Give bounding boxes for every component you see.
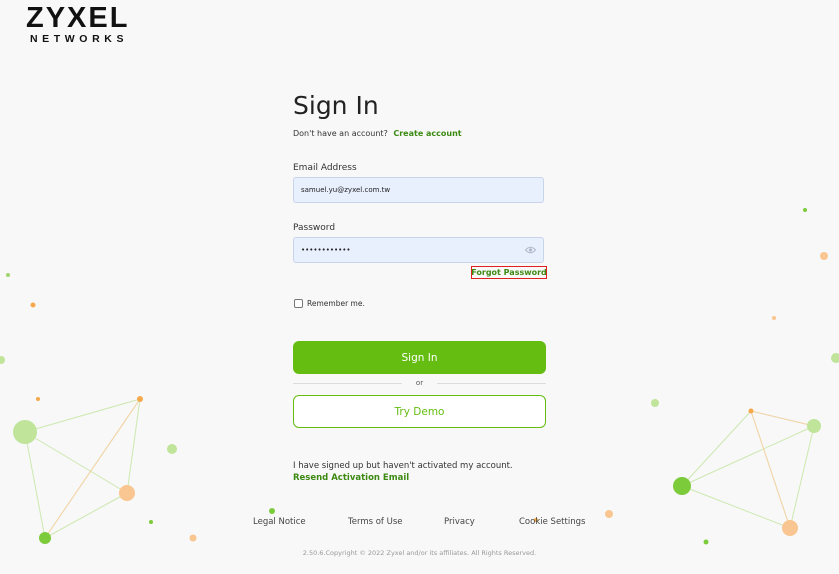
divider-line-left (293, 382, 402, 384)
email-value: samuel.yu@zyxel.com.tw (301, 186, 391, 194)
copyright-text: 2.50.6.Copyright © 2022 Zyxel and/or its… (302, 549, 537, 557)
remember-me-label: Remember me. (307, 299, 365, 308)
password-field[interactable]: •••••••••••• (293, 237, 544, 263)
cookie-settings-link[interactable]: Cookie Settings (519, 517, 585, 527)
no-account-text: Don't have an account? (293, 129, 388, 138)
password-value: •••••••••••• (301, 246, 351, 254)
activation-section: I have signed up but haven't activated m… (293, 460, 513, 484)
show-password-eye-icon[interactable] (525, 246, 536, 254)
legal-notice-link[interactable]: Legal Notice (253, 517, 306, 527)
divider-line-right (437, 382, 547, 384)
logo-wordmark: ZYXEL (26, 2, 130, 34)
terms-of-use-link[interactable]: Terms of Use (348, 517, 403, 527)
or-divider: or (293, 379, 547, 387)
try-demo-button[interactable]: Try Demo (293, 395, 546, 428)
background-network-decoration (0, 208, 839, 545)
signin-button[interactable]: Sign In (293, 341, 546, 374)
resend-activation-link[interactable]: Resend Activation Email (293, 472, 513, 484)
activation-text: I have signed up but haven't activated m… (293, 461, 513, 471)
logo-tagline: NETWORKS (30, 33, 129, 45)
or-text: or (415, 379, 424, 387)
remember-me[interactable]: Remember me. (294, 299, 365, 308)
remember-me-checkbox[interactable] (294, 299, 303, 308)
signup-prompt: Don't have an account? Create account (293, 129, 546, 138)
forgot-password-link[interactable]: Forgot Password (471, 266, 547, 279)
page-title: Sign In (293, 91, 379, 120)
create-account-link[interactable]: Create account (393, 129, 461, 138)
zyxel-logo: ZYXEL NETWORKS (26, 2, 130, 46)
privacy-link[interactable]: Privacy (444, 517, 475, 527)
email-label: Email Address (293, 163, 357, 173)
email-field[interactable]: samuel.yu@zyxel.com.tw (293, 177, 544, 203)
password-label: Password (293, 223, 336, 233)
signin-header: Sign In Don't have an account? Create ac… (293, 88, 546, 138)
